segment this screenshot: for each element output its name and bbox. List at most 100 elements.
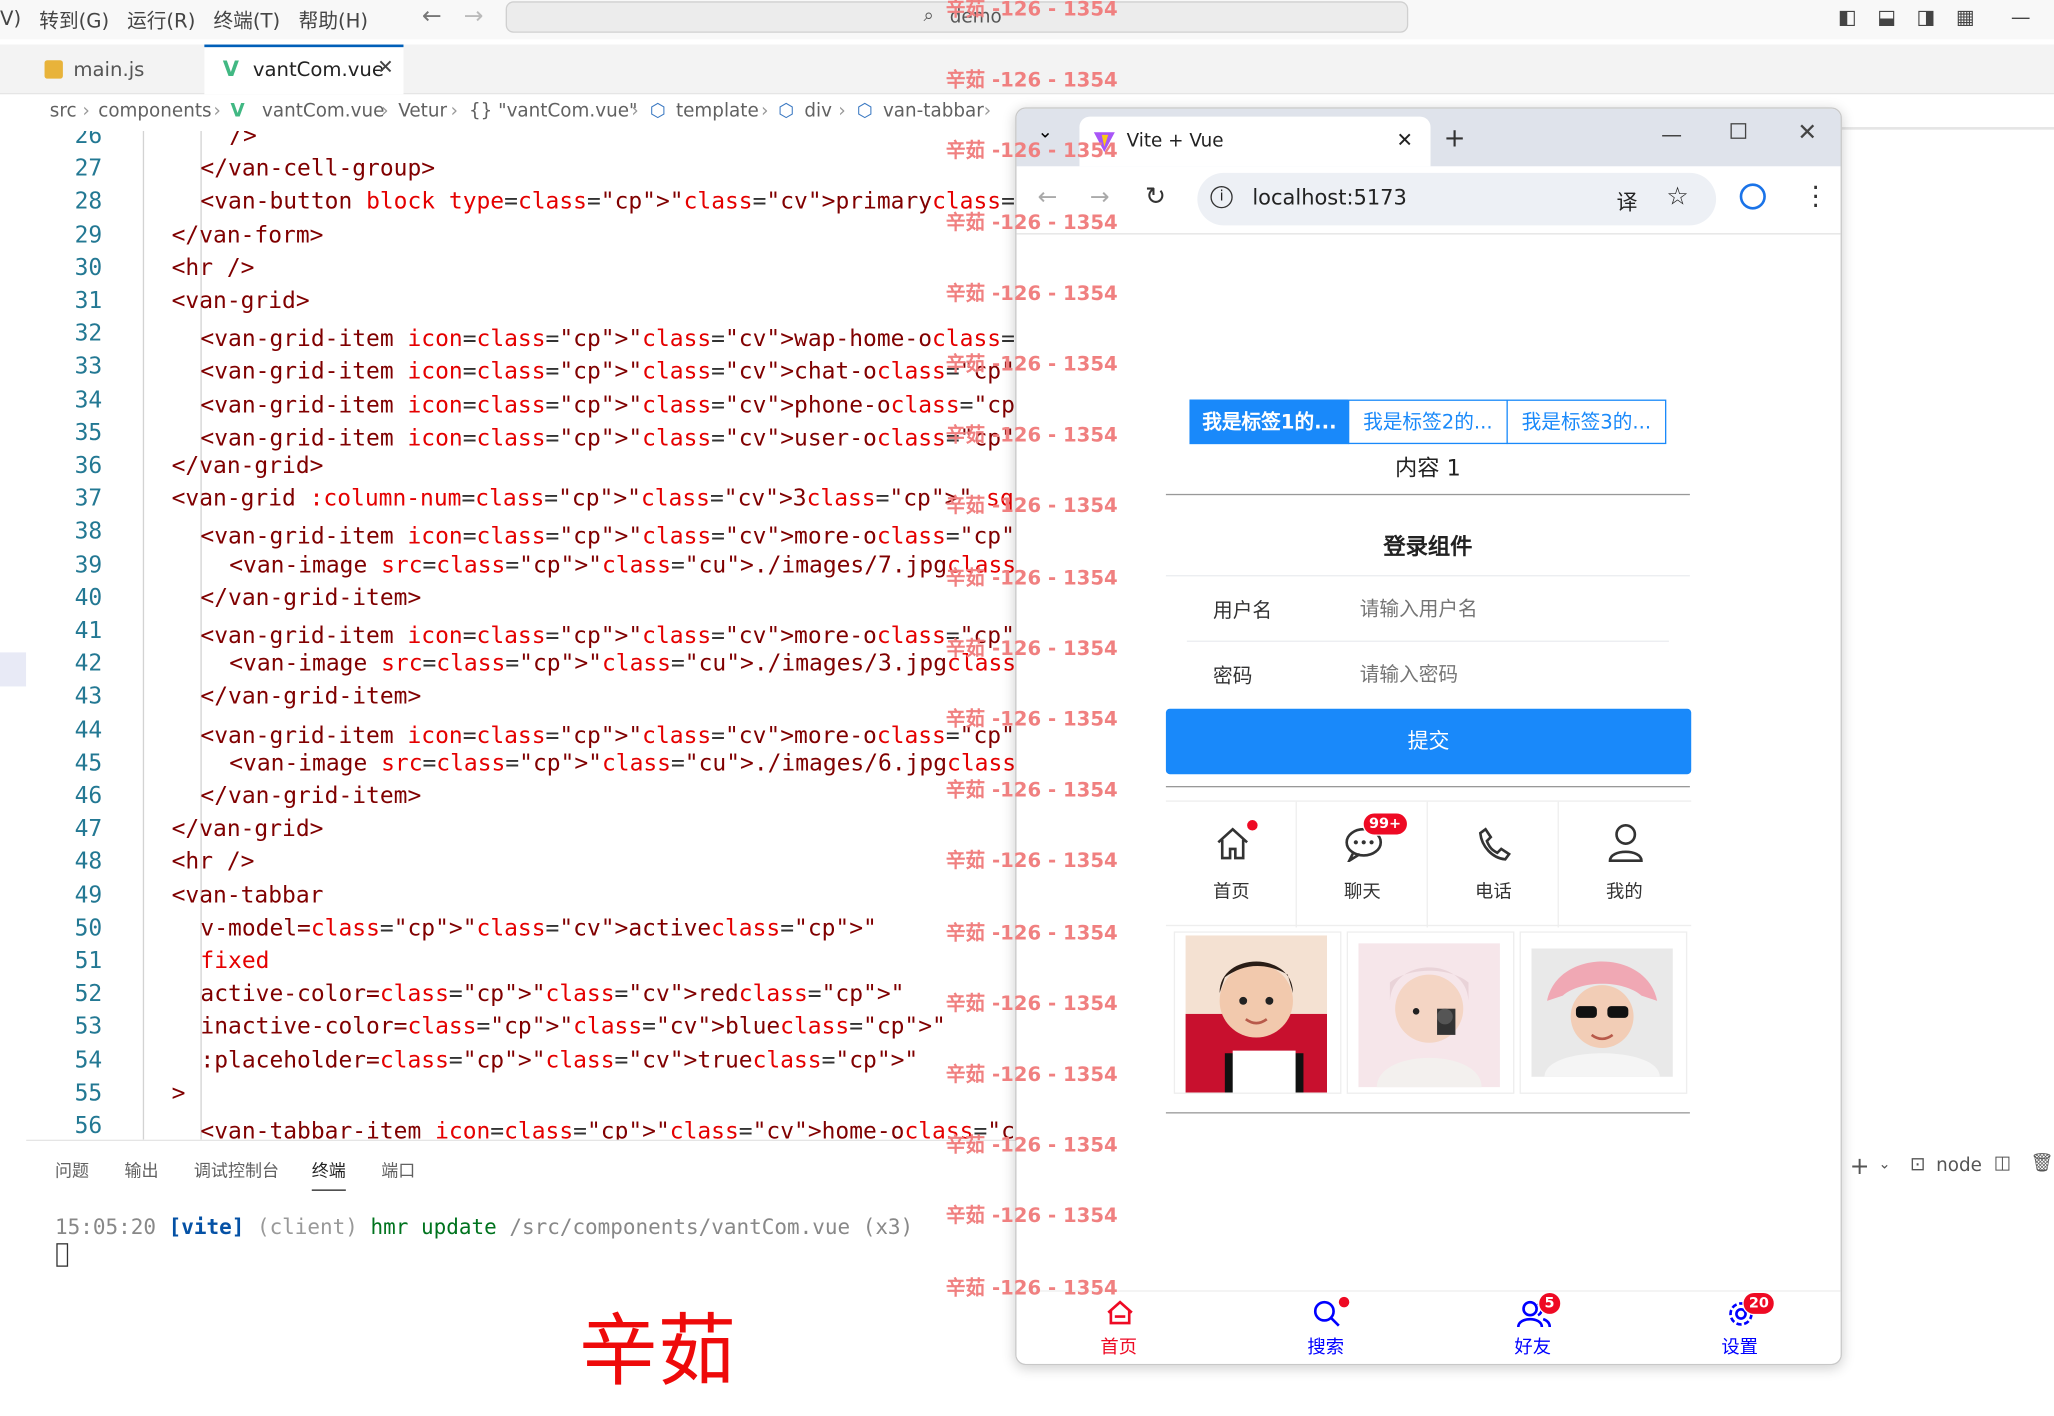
profile-icon[interactable] [1739, 183, 1766, 210]
panel-tab-debug-console[interactable]: 调试控制台 [194, 1157, 279, 1182]
grid-label: 聊天 [1344, 881, 1381, 903]
grid-item-home[interactable]: 首页 [1166, 801, 1297, 928]
window-minimize-icon[interactable]: — [1661, 122, 1682, 147]
code-line: :placeholder=class="cp">"class="cv">true… [200, 1047, 919, 1074]
breadcrumb-item[interactable]: template [676, 101, 759, 122]
hr-divider [1165, 785, 1690, 788]
window-maximize-icon[interactable] [1730, 123, 1747, 139]
code-line: </van-grid-item> [200, 783, 422, 810]
browser-tab[interactable]: Vite + Vue ✕ [1079, 116, 1431, 167]
code-editor[interactable]: 26 /> 27 </van-cell-group> 28 <van-button blo… [26, 131, 1022, 1140]
panel-tab-output[interactable]: 输出 [124, 1157, 158, 1182]
tab-1[interactable]: 我是标签1的... [1189, 399, 1350, 445]
search-icon [1313, 1300, 1340, 1327]
line-number: 36 [74, 453, 103, 480]
panel-tab-problems[interactable]: 问题 [55, 1157, 89, 1182]
line-number: 47 [74, 816, 103, 843]
watermark-big: 辛茹 [579, 1306, 737, 1398]
code-line: <van-tabbar [171, 882, 324, 909]
menu-item-run[interactable]: 运行(R) [127, 7, 195, 35]
menu-item-terminal[interactable]: 终端(T) [214, 7, 281, 35]
image-grid-item[interactable] [1346, 931, 1515, 1094]
home-icon [1107, 1300, 1133, 1325]
breadcrumb-item[interactable]: vantCom.vue [262, 101, 384, 122]
watermark-text: 辛茹 -126 - 1354 [945, 494, 1118, 518]
grid-label: 首页 [1213, 881, 1250, 903]
add-terminal-icon[interactable]: + [1850, 1153, 1870, 1181]
bottom-panel: 问题 输出 调试控制台 终端 端口 15:05:20 [vite] (clien… [26, 1139, 1022, 1416]
menu-dots-icon[interactable]: ⋮ [1803, 179, 1829, 210]
chevron-right-icon: › [213, 100, 221, 122]
back-arrow-icon[interactable]: ← [422, 3, 442, 31]
chevron-right-icon: › [450, 100, 458, 122]
code-line: <van-grid-item icon=class="cp">"class="c… [200, 392, 1021, 419]
breadcrumb-item[interactable]: {} "vantCom.vue" [469, 101, 637, 122]
browser-window: ⌄ Vite + Vue ✕ + — ✕ ← → ↻ i localhost:5… [1015, 107, 1842, 1366]
toggle-sidebar-icon[interactable]: ◧ [1838, 5, 1857, 29]
breadcrumb-item[interactable]: van-tabbar [883, 101, 984, 122]
menu-item-help[interactable]: 帮助(H) [299, 7, 368, 35]
toggle-panel-icon[interactable]: ⬓ [1877, 5, 1896, 29]
tab-vantcom-vue[interactable]: V vantCom.vue ✕ [204, 44, 404, 95]
line-number: 29 [74, 222, 103, 249]
tab-2[interactable]: 我是标签2的... [1347, 399, 1508, 445]
code-line: <van-grid> [171, 288, 310, 315]
code-line: <van-grid-item icon=class="cp">"class="c… [200, 524, 1021, 551]
forward-arrow-icon[interactable]: → [464, 3, 484, 31]
reload-icon[interactable]: ↻ [1145, 182, 1166, 211]
line-number: 49 [74, 882, 103, 909]
watermark-text: 辛茹 -126 - 1354 [945, 707, 1118, 731]
chevron-down-icon[interactable]: ⌄ [1879, 1155, 1891, 1172]
menu-item-view[interactable]: V) [0, 7, 21, 31]
grid-item-user[interactable]: 我的 [1559, 802, 1690, 928]
line-number: 42 [74, 651, 103, 678]
line-number: 37 [74, 486, 103, 513]
grid-item-phone[interactable]: 电话 [1428, 801, 1559, 928]
chevron-right-icon: › [838, 100, 846, 122]
trash-icon[interactable]: 🗑 [2030, 1153, 2053, 1174]
submit-button[interactable]: 提交 [1165, 708, 1692, 775]
breadcrumb-item[interactable]: div [804, 101, 832, 122]
panel-tab-ports[interactable]: 端口 [381, 1157, 415, 1182]
panel-tab-terminal[interactable]: 终端 [311, 1157, 346, 1191]
tabbar-item-search[interactable]: 搜索 [1260, 1292, 1391, 1363]
code-line: </van-form> [171, 222, 324, 249]
breadcrumb-item[interactable]: components [98, 101, 211, 122]
menu-item-goto[interactable]: 转到(G) [39, 7, 109, 35]
line-number: 26 [74, 131, 103, 150]
minimize-icon[interactable]: — [2011, 5, 2031, 29]
tab-label: main.js [73, 57, 145, 82]
site-info-icon[interactable]: i [1210, 186, 1233, 209]
window-close-icon[interactable]: ✕ [1797, 119, 1817, 147]
close-tab-icon[interactable]: ✕ [1396, 128, 1412, 152]
terminal-name[interactable]: node [1936, 1155, 1982, 1176]
tabbar-item-home[interactable]: 首页 [1053, 1292, 1184, 1363]
split-icon[interactable]: ◫ [1994, 1153, 2011, 1174]
username-input[interactable] [1359, 590, 1648, 628]
layout-icon[interactable]: ▦ [1956, 5, 1975, 29]
address-bar[interactable]: i localhost:5173 译 ☆ [1197, 172, 1717, 226]
terminal-time: 15:05:20 [55, 1214, 156, 1240]
breadcrumb-item[interactable]: src [50, 101, 77, 122]
image-grid-item[interactable] [1519, 931, 1688, 1094]
terminal-output: 15:05:20 [vite] (client) hmr update /src… [55, 1214, 913, 1239]
image-grid-item[interactable] [1173, 931, 1342, 1094]
translate-icon[interactable]: 译 [1617, 185, 1638, 216]
new-tab-icon[interactable]: + [1444, 122, 1466, 153]
code-line: <van-grid :column-num=class="cp">"class=… [171, 486, 1022, 513]
line-number: 44 [74, 717, 103, 744]
close-icon[interactable]: ✕ [377, 55, 393, 79]
code-line: <van-image src=class="cp">"class="cu">./… [229, 750, 1022, 777]
bookmark-star-icon[interactable]: ☆ [1666, 182, 1688, 211]
password-input[interactable] [1359, 656, 1648, 693]
toggle-secondary-sidebar-icon[interactable]: ◨ [1917, 5, 1936, 29]
tab-main-js[interactable]: main.js [26, 45, 204, 95]
grid-item-chat[interactable]: 99+ 聊天 [1297, 801, 1428, 928]
breadcrumb-item[interactable]: Vetur [398, 101, 447, 122]
watermark-text: 辛茹 -126 - 1354 [945, 1204, 1118, 1228]
tabbar-item-settings[interactable]: 20 设置 [1674, 1291, 1805, 1363]
tabbar-item-friends[interactable]: 5 好友 [1467, 1291, 1598, 1363]
watermark-text: 辛茹 -126 - 1354 [945, 1133, 1118, 1157]
line-number: 53 [74, 1014, 103, 1041]
tab-3[interactable]: 我是标签3的... [1506, 399, 1667, 445]
